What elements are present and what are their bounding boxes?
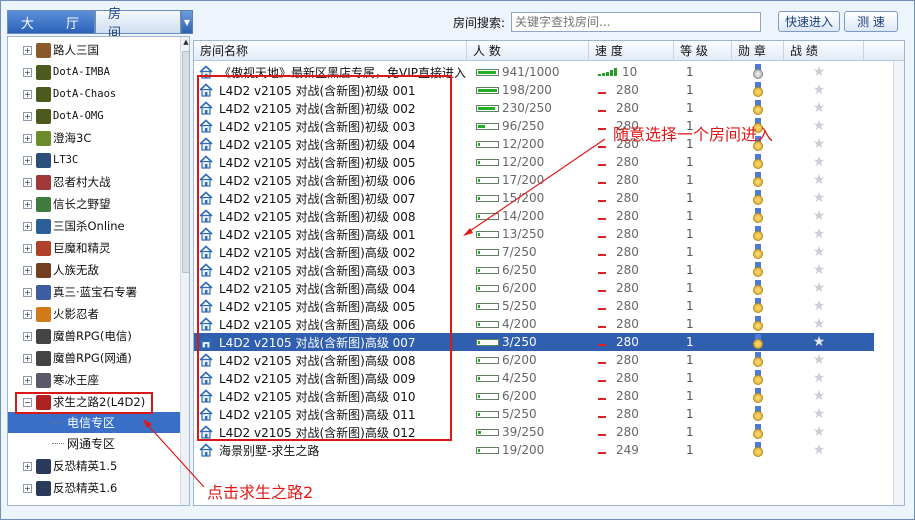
client-window: 大 厅 房 间 ▼ ▲ + 路人三国 + DotA-IMBA + DotA-Chaos + D… [0,0,915,520]
annotation-arrows [143,138,606,488]
arrow-head-rooms [463,228,473,236]
arrow-head-l4d2 [143,419,152,428]
annotation-click-l4d2: 点击求生之路2 [207,483,314,502]
arrow-to-rooms [466,138,606,234]
annotation-select-room: 随意选择一个房间进入 [613,125,774,144]
arrow-to-l4d2 [145,422,205,488]
